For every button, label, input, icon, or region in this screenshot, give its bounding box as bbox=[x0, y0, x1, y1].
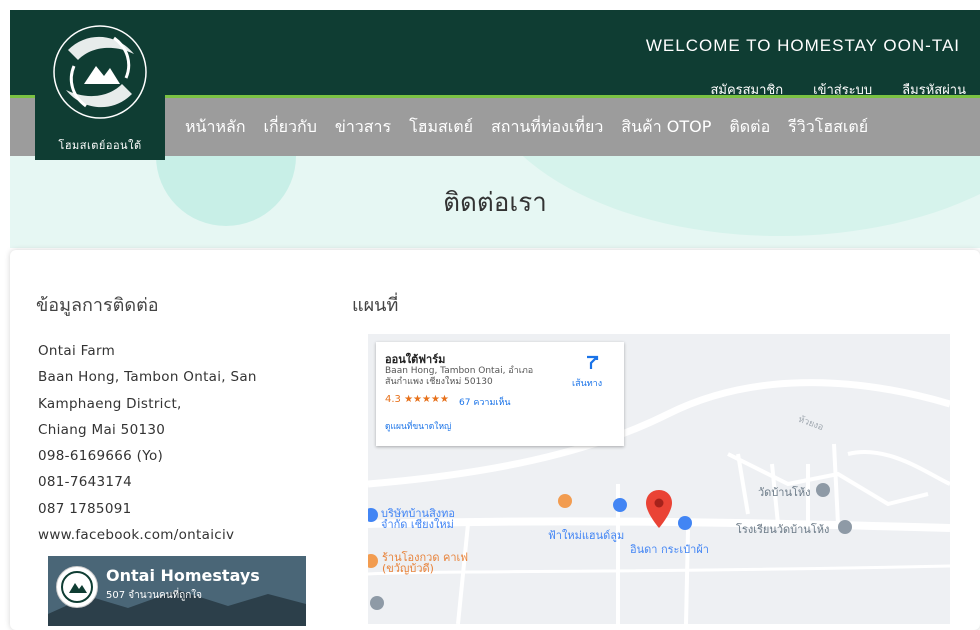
larger-map-link[interactable]: ดูแผนที่ขนาดใหญ่ bbox=[385, 419, 451, 433]
facebook-like-count: 507 จำนวนคนที่ถูกใจ bbox=[106, 590, 202, 601]
facebook-page-widget[interactable]: Ontai Homestays 507 จำนวนคนที่ถูกใจ bbox=[48, 556, 306, 626]
school-poi-icon[interactable] bbox=[838, 520, 852, 534]
page-banner: ติดต่อเรา bbox=[10, 156, 980, 248]
food-poi-icon[interactable] bbox=[558, 494, 572, 508]
contact-line: Chiang Mai 50130 bbox=[38, 421, 166, 438]
poi-shop-label[interactable]: ฟ้าใหม่แฮนด์ลูม bbox=[548, 526, 624, 544]
bank-poi-icon[interactable] bbox=[370, 596, 384, 610]
contact-phone: 087 1785091 bbox=[38, 500, 132, 517]
poi-cafe-label[interactable]: ร้านโองกวด คาเฟ (ขวัญบ้วดี) bbox=[382, 552, 472, 574]
shop-poi-icon[interactable] bbox=[613, 498, 627, 512]
directions-link[interactable]: เส้นทาง bbox=[572, 376, 602, 390]
bag-shop-poi-icon[interactable] bbox=[678, 516, 692, 530]
place-address: Baan Hong, Tambon Ontai, อำเภอ สันกำแพง … bbox=[385, 366, 534, 387]
contact-info: Ontai Farm Baan Hong, Tambon Ontai, San … bbox=[38, 338, 257, 548]
facebook-url[interactable]: www.facebook.com/ontaiciv bbox=[38, 522, 257, 548]
nav-news[interactable]: ข่าวสาร bbox=[326, 115, 400, 140]
nav-reviews[interactable]: รีวิวโฮสเตย์ bbox=[779, 115, 877, 140]
place-rating: 4.3 ★★★★★ bbox=[385, 394, 449, 405]
contact-line: Ontai Farm bbox=[38, 343, 116, 359]
logo-text: โฮมสเตย์ออนใต้ bbox=[58, 139, 142, 152]
facebook-page-name[interactable]: Ontai Homestays bbox=[106, 566, 260, 585]
poi-bag-label[interactable]: อินดา กระเป๋าผ้า bbox=[630, 540, 709, 558]
poi-company-label[interactable]: บริษัทบ้านสิงทอ จำกัด เชียงใหม่ bbox=[381, 508, 471, 530]
nav-otop[interactable]: สินค้า OTOP bbox=[612, 115, 720, 140]
place-info-card: ออนใต้ฟาร์ม Baan Hong, Tambon Ontai, อำเ… bbox=[376, 342, 624, 446]
place-reviews-link[interactable]: 67 ความเห็น bbox=[459, 395, 511, 409]
facebook-page-avatar bbox=[56, 566, 98, 608]
directions-icon[interactable] bbox=[584, 354, 600, 370]
google-map[interactable]: ออนใต้ฟาร์ม Baan Hong, Tambon Ontai, อำเ… bbox=[368, 334, 950, 624]
temple-poi-icon[interactable] bbox=[816, 483, 830, 497]
poi-wat-label[interactable]: วัดบ้านโห้ง bbox=[758, 483, 811, 501]
nav-contact[interactable]: ติดต่อ bbox=[720, 115, 779, 140]
welcome-text: WELCOME TO HOMESTAY OON-TAI bbox=[645, 36, 960, 55]
nav-homestay[interactable]: โฮมสเตย์ bbox=[400, 115, 482, 140]
poi-school-label[interactable]: โรงเรียนวัดบ้านโห้ง bbox=[736, 520, 829, 538]
contact-line: Baan Hong, Tambon Ontai, San bbox=[38, 369, 257, 386]
contact-heading: ข้อมูลการติดต่อ bbox=[36, 295, 159, 316]
contact-phone: 081-7643174 bbox=[38, 474, 133, 491]
site-logo[interactable]: โฮมสเตย์ออนใต้ bbox=[35, 12, 165, 160]
nav-attractions[interactable]: สถานที่ท่องเที่ยว bbox=[482, 115, 612, 140]
map-heading: แผนที่ bbox=[352, 295, 399, 316]
contact-phone: 098-6169666 (Yo) bbox=[38, 448, 164, 465]
nav-home[interactable]: หน้าหลัก bbox=[176, 115, 255, 140]
contact-line: Kamphaeng District, bbox=[38, 395, 182, 412]
page-title: ติดต่อเรา bbox=[443, 188, 547, 218]
nav-about[interactable]: เกี่ยวกับ bbox=[255, 115, 326, 140]
cafe-poi-icon[interactable] bbox=[368, 554, 378, 568]
map-pin-icon[interactable] bbox=[646, 490, 672, 528]
company-poi-icon[interactable] bbox=[368, 508, 378, 522]
fish-logo-icon bbox=[53, 25, 147, 119]
